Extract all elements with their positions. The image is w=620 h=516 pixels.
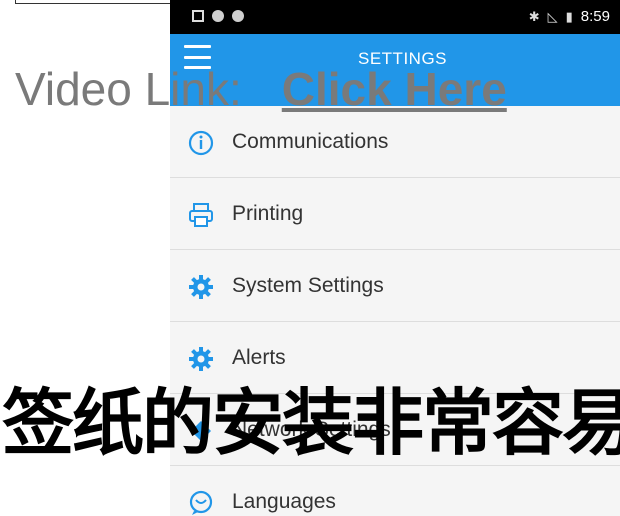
chinese-caption: 签纸的安装非常容易 bbox=[2, 384, 620, 464]
bluetooth-icon: ✱ bbox=[528, 8, 540, 24]
gear-icon bbox=[189, 275, 213, 299]
video-link-overlay: Video Link: Click Here bbox=[15, 62, 507, 116]
info-icon bbox=[188, 130, 214, 156]
status-right-icons: ✱ ◺ ▮ 8:59 bbox=[529, 8, 610, 25]
menu-item-communications[interactable]: Communications bbox=[170, 106, 620, 178]
no-signal-icon: ◺ bbox=[547, 8, 558, 24]
image-icon bbox=[192, 10, 204, 22]
menu-item-label: Languages bbox=[232, 490, 336, 513]
chat-icon bbox=[189, 490, 213, 515]
menu-item-label: System Settings bbox=[232, 274, 384, 297]
status-bar: ✱ ◺ ▮ 8:59 bbox=[170, 0, 620, 34]
menu-item-label: Alerts bbox=[232, 346, 286, 369]
status-time: 8:59 bbox=[580, 8, 610, 25]
menu-item-system-settings[interactable]: System Settings bbox=[170, 250, 620, 322]
gear-icon bbox=[189, 347, 213, 371]
status-left-icons bbox=[192, 10, 244, 22]
battery-icon: ▮ bbox=[565, 8, 573, 24]
menu-item-label: Printing bbox=[232, 202, 304, 225]
circle-icon bbox=[212, 10, 224, 22]
menu-item-label: Communications bbox=[232, 130, 389, 153]
video-link-label: Video Link: bbox=[15, 63, 242, 115]
menu-item-printing[interactable]: Printing bbox=[170, 178, 620, 250]
printer-icon bbox=[189, 203, 213, 227]
circle-icon bbox=[232, 10, 244, 22]
menu-item-languages[interactable]: Languages bbox=[170, 466, 620, 516]
click-here-link[interactable]: Click Here bbox=[282, 63, 507, 115]
